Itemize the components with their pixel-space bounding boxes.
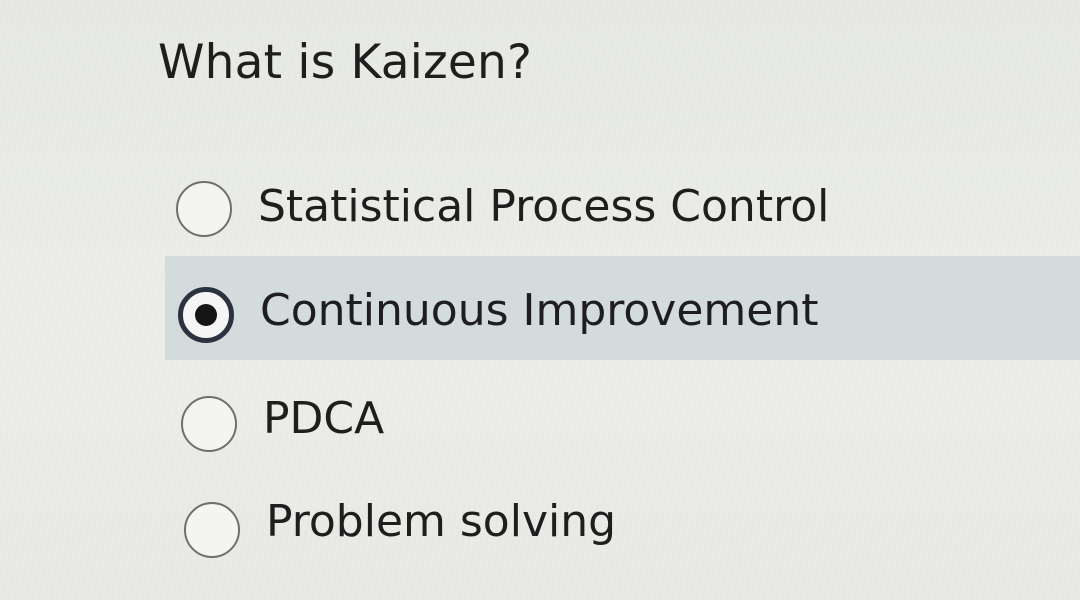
option-label: Continuous Improvement <box>260 285 819 336</box>
radio-button[interactable] <box>184 502 240 558</box>
option-label: Problem solving <box>266 496 617 547</box>
option-continuous-improvement[interactable]: Continuous Improvement <box>165 256 1080 360</box>
option-problem-solving[interactable]: Problem solving <box>165 467 1080 571</box>
radio-button[interactable] <box>181 396 237 452</box>
radio-selected-dot-icon <box>195 304 217 326</box>
option-label: Statistical Process Control <box>258 181 830 232</box>
radio-button[interactable] <box>176 181 232 237</box>
quiz-page: What is Kaizen? Statistical Process Cont… <box>0 0 1080 600</box>
option-pdca[interactable]: PDCA <box>165 365 1080 469</box>
answer-options: Statistical Process Control Continuous I… <box>0 0 1080 600</box>
radio-button-selected[interactable] <box>178 287 234 343</box>
option-label: PDCA <box>263 393 385 444</box>
option-statistical-process-control[interactable]: Statistical Process Control <box>165 155 1080 259</box>
